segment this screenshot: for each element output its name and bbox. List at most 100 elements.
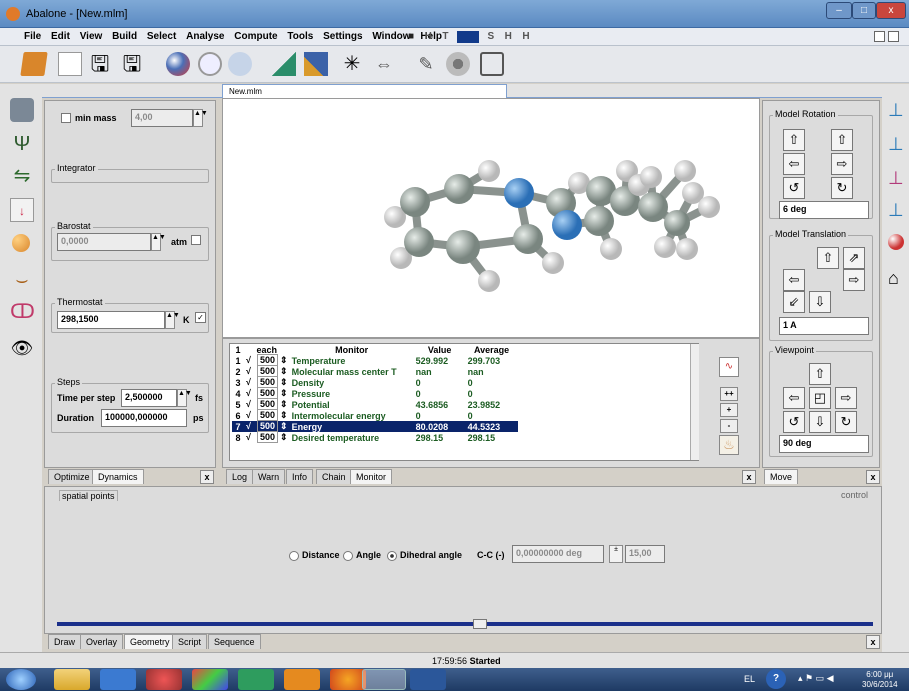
tab-move[interactable]: Move bbox=[764, 469, 799, 484]
row-checkbox[interactable]: √ bbox=[246, 388, 255, 398]
illustrator-icon[interactable] bbox=[284, 669, 320, 690]
eye-icon[interactable]: 👁 bbox=[10, 336, 34, 360]
carbon-atom[interactable] bbox=[444, 174, 474, 204]
tab-log[interactable]: Log bbox=[226, 469, 254, 484]
cloud-icon[interactable] bbox=[228, 52, 252, 76]
hydrogen-atom[interactable] bbox=[478, 160, 500, 182]
hydrogen-atom[interactable] bbox=[676, 238, 698, 260]
row-each-spinner[interactable]: ⇕ bbox=[280, 421, 288, 431]
remove-button[interactable]: - bbox=[720, 419, 738, 433]
add-all-button[interactable]: ++ bbox=[720, 387, 738, 401]
geometry-slider-track[interactable] bbox=[57, 619, 873, 629]
language-indicator[interactable]: EL bbox=[744, 674, 755, 684]
view-down-button[interactable]: ⇩ bbox=[809, 411, 831, 433]
rotate-left-button[interactable]: ⇦ bbox=[783, 153, 805, 175]
angle-value-input[interactable]: 0,00000000 deg bbox=[512, 545, 604, 563]
tab-info[interactable]: Info bbox=[286, 469, 314, 484]
menu-analyse[interactable]: Analyse bbox=[186, 31, 224, 42]
row-each-value[interactable]: 500 bbox=[257, 431, 279, 443]
close-monitor-panel-button[interactable]: x bbox=[742, 470, 756, 484]
monitor-scrollbar[interactable] bbox=[690, 344, 699, 460]
tab-monitor[interactable]: Monitor bbox=[350, 469, 393, 484]
carbon-atom[interactable] bbox=[404, 227, 434, 257]
tab-chain[interactable]: Chain bbox=[316, 469, 352, 484]
row-checkbox[interactable]: √ bbox=[246, 355, 255, 365]
tab-geometry[interactable]: Geometry bbox=[124, 634, 176, 649]
tab-sequence[interactable]: Sequence bbox=[208, 634, 261, 649]
roof-icon[interactable]: ⌂ bbox=[888, 268, 899, 289]
angle-spinner[interactable]: ± bbox=[609, 545, 623, 563]
tab-optimize[interactable]: Optimize bbox=[48, 469, 96, 484]
close-right-panel-button[interactable]: x bbox=[866, 470, 880, 484]
close-button[interactable]: x bbox=[876, 2, 906, 19]
translation-step-input[interactable]: 1 A bbox=[779, 317, 869, 335]
prev-button[interactable]: T bbox=[442, 31, 448, 42]
thermostat-checkbox[interactable]: ✓ bbox=[195, 312, 206, 323]
translate-forward-button[interactable]: ⇗ bbox=[843, 247, 865, 269]
rotate-ccw-button[interactable]: ↺ bbox=[783, 177, 805, 199]
row-each-spinner[interactable]: ⇕ bbox=[280, 399, 288, 409]
radio-distance[interactable] bbox=[289, 551, 299, 561]
radio-angle[interactable] bbox=[343, 551, 353, 561]
time-per-step-spinner[interactable]: ▲▼ bbox=[177, 389, 192, 407]
rotate-up-button[interactable]: ⇧ bbox=[783, 129, 805, 151]
molecule-icon[interactable] bbox=[888, 234, 904, 250]
view-right-button[interactable]: ⇨ bbox=[835, 387, 857, 409]
hydrogen-atom[interactable] bbox=[640, 166, 662, 188]
step-button[interactable]: S bbox=[487, 31, 494, 42]
open-file-icon[interactable] bbox=[20, 52, 48, 76]
rotation-step-input[interactable]: 6 deg bbox=[779, 201, 869, 219]
psi-icon[interactable]: Ψ bbox=[10, 132, 34, 156]
view-cw-button[interactable]: ↻ bbox=[835, 411, 857, 433]
menu-compute[interactable]: Compute bbox=[234, 31, 277, 42]
hydrogen-atom[interactable] bbox=[654, 236, 676, 258]
row-each-spinner[interactable]: ⇕ bbox=[280, 432, 288, 442]
paint-icon[interactable] bbox=[192, 669, 228, 690]
play-button[interactable] bbox=[456, 31, 479, 43]
add-button[interactable]: + bbox=[720, 403, 738, 417]
row-checkbox[interactable]: √ bbox=[246, 399, 255, 409]
measure-icon[interactable] bbox=[304, 52, 328, 76]
thermostat-spinner[interactable]: ▲▼ bbox=[165, 311, 180, 329]
duration-input[interactable]: 100000,000000 bbox=[101, 409, 187, 427]
swap-arrows-icon[interactable]: ⇋ bbox=[10, 164, 34, 188]
barostat-spinner[interactable]: ▲▼ bbox=[151, 233, 166, 251]
hydrogen-atom[interactable] bbox=[478, 270, 500, 292]
row-each-spinner[interactable]: ⇕ bbox=[280, 377, 288, 387]
row-checkbox[interactable]: √ bbox=[246, 432, 255, 442]
nitrogen-atom[interactable] bbox=[504, 178, 534, 208]
translate-down-button[interactable]: ⇩ bbox=[809, 291, 831, 313]
explorer-icon[interactable] bbox=[54, 669, 90, 690]
radio-dihedral[interactable] bbox=[387, 551, 397, 561]
abalone-task-icon[interactable] bbox=[362, 669, 406, 690]
angle-step-input[interactable]: 15,00 bbox=[625, 545, 665, 563]
translate-right-button[interactable]: ⇨ bbox=[843, 269, 865, 291]
view-center-button[interactable]: ◰ bbox=[809, 387, 831, 409]
tab-script[interactable]: Script bbox=[172, 634, 208, 649]
wand-icon[interactable]: ✎ bbox=[414, 52, 438, 76]
menu-edit[interactable]: Edit bbox=[51, 31, 70, 42]
last-button[interactable]: H bbox=[522, 31, 529, 42]
row-each[interactable]: √ 500 ⇕ bbox=[244, 431, 290, 443]
menu-window[interactable]: Window bbox=[372, 31, 410, 42]
carbon-atom[interactable] bbox=[400, 187, 430, 217]
hydrogen-atom[interactable] bbox=[674, 160, 696, 182]
translate-left-button[interactable]: ⇦ bbox=[783, 269, 805, 291]
molecule-viewport[interactable] bbox=[222, 98, 760, 338]
first-button[interactable]: H bbox=[425, 31, 432, 42]
save-icon[interactable]: 🖫 bbox=[88, 52, 112, 76]
minimize-button[interactable]: – bbox=[826, 2, 852, 19]
media-player-icon[interactable] bbox=[100, 669, 136, 690]
selection-icon[interactable] bbox=[480, 52, 504, 76]
axis-icon-4[interactable]: ⊥ bbox=[888, 200, 904, 221]
barostat-checkbox[interactable] bbox=[191, 235, 201, 245]
row-each-spinner[interactable]: ⇕ bbox=[280, 388, 288, 398]
app-icon-m[interactable] bbox=[146, 669, 182, 690]
menu-view[interactable]: View bbox=[80, 31, 103, 42]
drink-icon[interactable]: ♨ bbox=[719, 435, 739, 455]
menu-file[interactable]: File bbox=[24, 31, 41, 42]
mdi-restore-icon[interactable] bbox=[874, 31, 885, 42]
cd-icon[interactable] bbox=[238, 669, 274, 690]
view-up-button[interactable]: ⇧ bbox=[809, 363, 831, 385]
carbon-atom[interactable] bbox=[638, 192, 668, 222]
